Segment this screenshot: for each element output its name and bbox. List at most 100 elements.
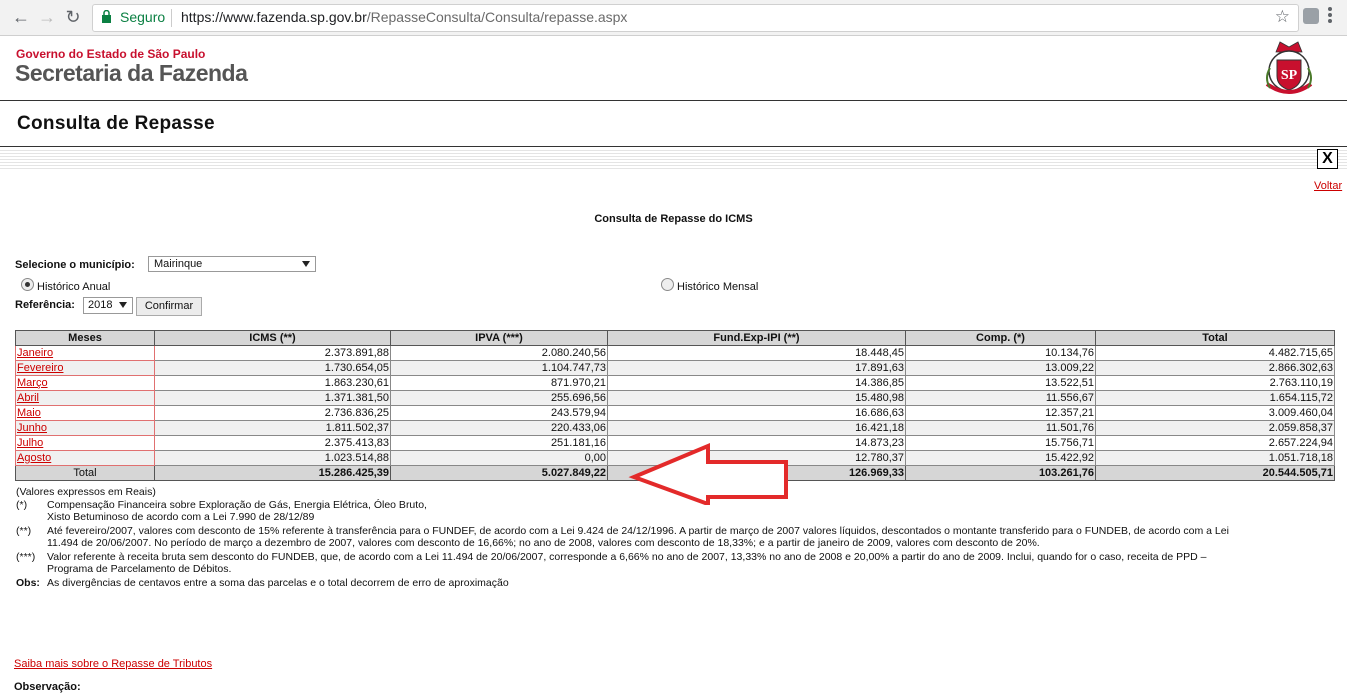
month-cell: Julho bbox=[15, 435, 155, 451]
month-link-agosto[interactable]: Agosto bbox=[17, 452, 51, 464]
note-3-line-1: Valor referente à receita bruta sem desc… bbox=[47, 551, 1207, 563]
month-link-fevereiro[interactable]: Fevereiro bbox=[17, 362, 63, 374]
municipio-select[interactable]: Mairinque bbox=[148, 256, 316, 272]
table-row: Março 1.863.230,61 871.970,21 14.386,85 … bbox=[15, 375, 1335, 391]
total-ipva: 5.027.849,22 bbox=[390, 465, 608, 481]
cell-total: 2.763.110,19 bbox=[1095, 375, 1335, 391]
cell-total: 2.657.224,94 bbox=[1095, 435, 1335, 451]
cell-fund-exp-ipi: 14.386,85 bbox=[607, 375, 906, 391]
values-note: (Valores expressos em Reais) bbox=[16, 486, 156, 498]
cell-fund-exp-ipi: 16.421,18 bbox=[607, 420, 906, 436]
month-link-junho[interactable]: Junho bbox=[17, 422, 47, 434]
cell-ipva: 251.181,16 bbox=[390, 435, 608, 451]
url-host: https://www.fazenda.sp.gov.br bbox=[181, 9, 367, 25]
cell-ipva: 1.104.747,73 bbox=[390, 360, 608, 376]
month-cell: Março bbox=[15, 375, 155, 391]
note-2-line-1: Até fevereiro/2007, valores com desconto… bbox=[47, 525, 1229, 537]
menu-icon[interactable] bbox=[1328, 7, 1332, 25]
address-separator bbox=[171, 9, 172, 27]
cell-total: 1.051.718,18 bbox=[1095, 450, 1335, 466]
col-header-fund-exp-ipi: Fund.Exp-IPI (**) bbox=[607, 330, 906, 346]
note-1-line-1: Compensação Financeira sobre Exploração … bbox=[47, 499, 427, 511]
month-cell: Fevereiro bbox=[15, 360, 155, 376]
referencia-value: 2018 bbox=[88, 299, 113, 311]
address-bar[interactable]: Seguro https://www.fazenda.sp.gov.br/Rep… bbox=[92, 4, 1299, 32]
col-header-comp: Comp. (*) bbox=[905, 330, 1096, 346]
star-icon[interactable]: ☆ bbox=[1275, 7, 1290, 27]
municipio-label: Selecione o município: bbox=[15, 259, 135, 271]
obs-marker: Obs: bbox=[16, 577, 40, 589]
month-link-marco[interactable]: Março bbox=[17, 377, 48, 389]
url-path: /RepasseConsulta/Consulta/repasse.aspx bbox=[366, 9, 628, 25]
extension-icon[interactable] bbox=[1303, 8, 1319, 24]
secure-label: Seguro bbox=[120, 9, 166, 25]
cell-comp: 13.522,51 bbox=[905, 375, 1096, 391]
observacao-label: Observação: bbox=[14, 681, 81, 693]
gov-text: Governo do Estado de São Paulo bbox=[16, 47, 206, 61]
reload-icon[interactable]: ↻ bbox=[62, 6, 84, 28]
cell-total: 3.009.460,04 bbox=[1095, 405, 1335, 421]
cell-comp: 10.134,76 bbox=[905, 345, 1096, 361]
sp-seal-icon: SP bbox=[1265, 41, 1313, 94]
browser-toolbar: ← → ↻ Seguro https://www.fazenda.sp.gov.… bbox=[0, 0, 1347, 36]
back-arrow-icon[interactable]: ← bbox=[10, 6, 32, 28]
forward-arrow-icon[interactable]: → bbox=[36, 6, 58, 28]
month-cell: Agosto bbox=[15, 450, 155, 466]
cell-fund-exp-ipi: 17.891,63 bbox=[607, 360, 906, 376]
cell-icms: 1.863.230,61 bbox=[154, 375, 391, 391]
cell-ipva: 2.080.240,56 bbox=[390, 345, 608, 361]
title-divider bbox=[0, 146, 1347, 147]
cell-icms: 2.373.891,88 bbox=[154, 345, 391, 361]
table-row: Maio 2.736.836,25 243.579,94 16.686,63 1… bbox=[15, 405, 1335, 421]
cell-total: 1.654.115,72 bbox=[1095, 390, 1335, 406]
chevron-down-icon bbox=[302, 261, 310, 267]
cell-comp: 15.422,92 bbox=[905, 450, 1096, 466]
close-icon[interactable]: X bbox=[1317, 149, 1338, 169]
month-cell: Abril bbox=[15, 390, 155, 406]
month-link-julho[interactable]: Julho bbox=[17, 437, 43, 449]
table-row: Abril 1.371.381,50 255.696,56 15.480,98 … bbox=[15, 390, 1335, 406]
month-cell: Maio bbox=[15, 405, 155, 421]
cell-icms: 1.371.381,50 bbox=[154, 390, 391, 406]
consulta-title: Consulta de Repasse do ICMS bbox=[594, 213, 753, 225]
voltar-link[interactable]: Voltar bbox=[1314, 180, 1342, 192]
secretaria-title: Secretaria da Fazenda bbox=[15, 60, 248, 86]
cell-ipva: 220.433,06 bbox=[390, 420, 608, 436]
cell-icms: 1.811.502,37 bbox=[154, 420, 391, 436]
cell-ipva: 255.696,56 bbox=[390, 390, 608, 406]
cell-icms: 1.730.654,05 bbox=[154, 360, 391, 376]
striped-bar bbox=[0, 148, 1347, 170]
cell-fund-exp-ipi: 18.448,45 bbox=[607, 345, 906, 361]
table-header-row: Meses ICMS (**) IPVA (***) Fund.Exp-IPI … bbox=[15, 330, 1335, 346]
month-cell: Junho bbox=[15, 420, 155, 436]
confirmar-button[interactable]: Confirmar bbox=[136, 297, 202, 316]
col-header-ipva: IPVA (***) bbox=[390, 330, 608, 346]
table-row: Janeiro 2.373.891,88 2.080.240,56 18.448… bbox=[15, 345, 1335, 361]
month-link-janeiro[interactable]: Janeiro bbox=[17, 347, 53, 359]
red-arrow-annotation bbox=[628, 442, 788, 505]
total-label: Total bbox=[15, 465, 155, 481]
cell-ipva: 0,00 bbox=[390, 450, 608, 466]
cell-icms: 2.375.413,83 bbox=[154, 435, 391, 451]
total-total: 20.544.505,71 bbox=[1095, 465, 1335, 481]
note-2-line-2: 11.494 de 20/06/2007. No período de març… bbox=[47, 537, 1040, 549]
cell-total: 4.482.715,65 bbox=[1095, 345, 1335, 361]
saiba-mais-link[interactable]: Saiba mais sobre o Repasse de Tributos bbox=[14, 658, 212, 670]
cell-comp: 11.556,67 bbox=[905, 390, 1096, 406]
cell-comp: 11.501,76 bbox=[905, 420, 1096, 436]
radio-historico-anual-label: Histórico Anual bbox=[37, 281, 111, 293]
radio-historico-mensal-label: Histórico Mensal bbox=[677, 281, 759, 293]
url-text[interactable]: https://www.fazenda.sp.gov.br/RepasseCon… bbox=[181, 9, 627, 25]
cell-icms: 2.736.836,25 bbox=[154, 405, 391, 421]
lock-icon bbox=[102, 10, 111, 23]
note-marker-1: (*) bbox=[16, 499, 28, 511]
month-link-abril[interactable]: Abril bbox=[17, 392, 39, 404]
radio-historico-mensal[interactable] bbox=[661, 278, 674, 291]
note-1-line-2: Xisto Betuminoso de acordo com a Lei 7.9… bbox=[47, 511, 315, 523]
radio-historico-anual[interactable] bbox=[21, 278, 34, 291]
month-link-maio[interactable]: Maio bbox=[17, 407, 41, 419]
referencia-select[interactable]: 2018 bbox=[83, 297, 133, 314]
cell-total: 2.059.858,37 bbox=[1095, 420, 1335, 436]
header-divider bbox=[0, 100, 1347, 101]
cell-icms: 1.023.514,88 bbox=[154, 450, 391, 466]
